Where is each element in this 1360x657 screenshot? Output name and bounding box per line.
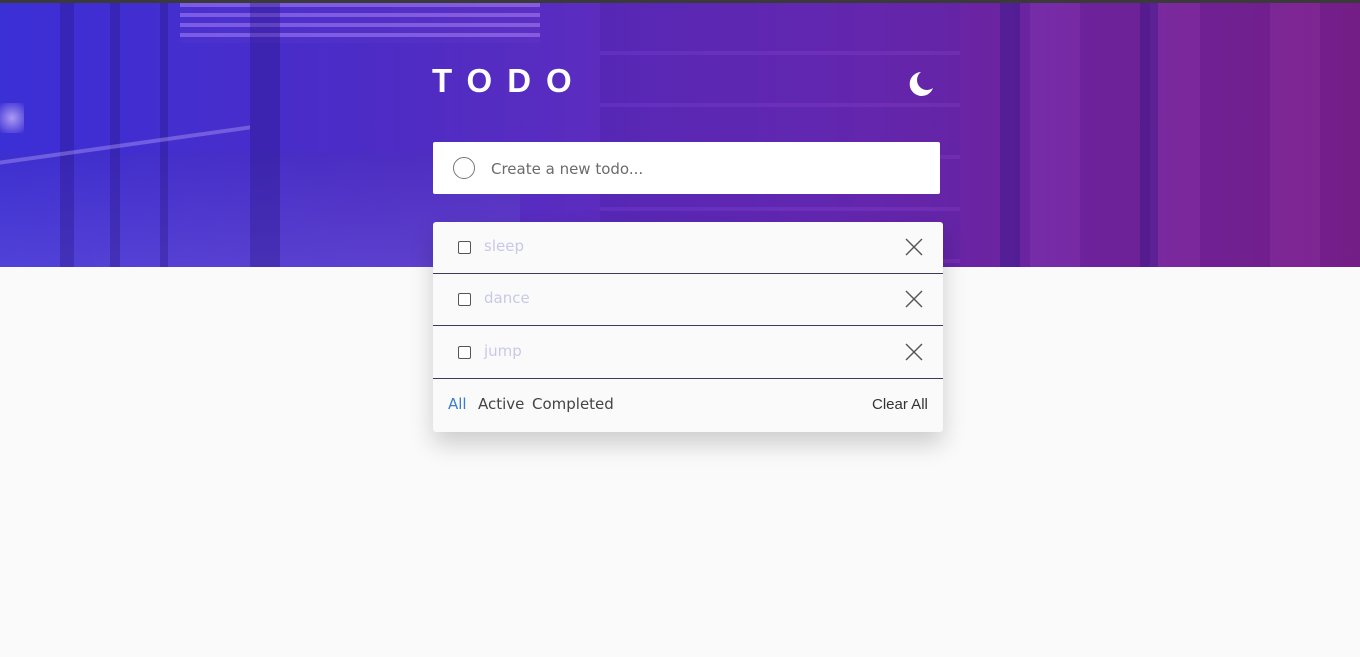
new-todo-input[interactable] (489, 154, 913, 184)
app-title: TODO (432, 62, 587, 99)
new-todo-bar (433, 142, 940, 194)
new-todo-circle-icon[interactable] (453, 157, 475, 179)
todo-label: sleep (484, 237, 524, 255)
theme-toggle-button[interactable] (903, 68, 935, 100)
moon-icon (909, 72, 933, 96)
filter-completed[interactable]: Completed (532, 395, 614, 413)
todo-list-card: sleep dance jump All Active Completed Cl… (433, 222, 943, 432)
todo-label: dance (484, 289, 530, 307)
filter-all[interactable]: All (448, 395, 467, 413)
todo-checkbox[interactable] (458, 241, 471, 254)
todo-checkbox[interactable] (458, 346, 471, 359)
todo-item: dance (433, 274, 943, 326)
todo-footer: All Active Completed Clear All (433, 379, 943, 432)
close-icon[interactable] (903, 288, 925, 310)
todo-label: jump (484, 342, 522, 360)
filter-active[interactable]: Active (478, 395, 524, 413)
close-icon[interactable] (903, 236, 925, 258)
clear-all-button[interactable]: Clear All (872, 396, 928, 413)
todo-checkbox[interactable] (458, 293, 471, 306)
todo-item: sleep (433, 222, 943, 274)
todo-item: jump (433, 327, 943, 379)
close-icon[interactable] (903, 341, 925, 363)
